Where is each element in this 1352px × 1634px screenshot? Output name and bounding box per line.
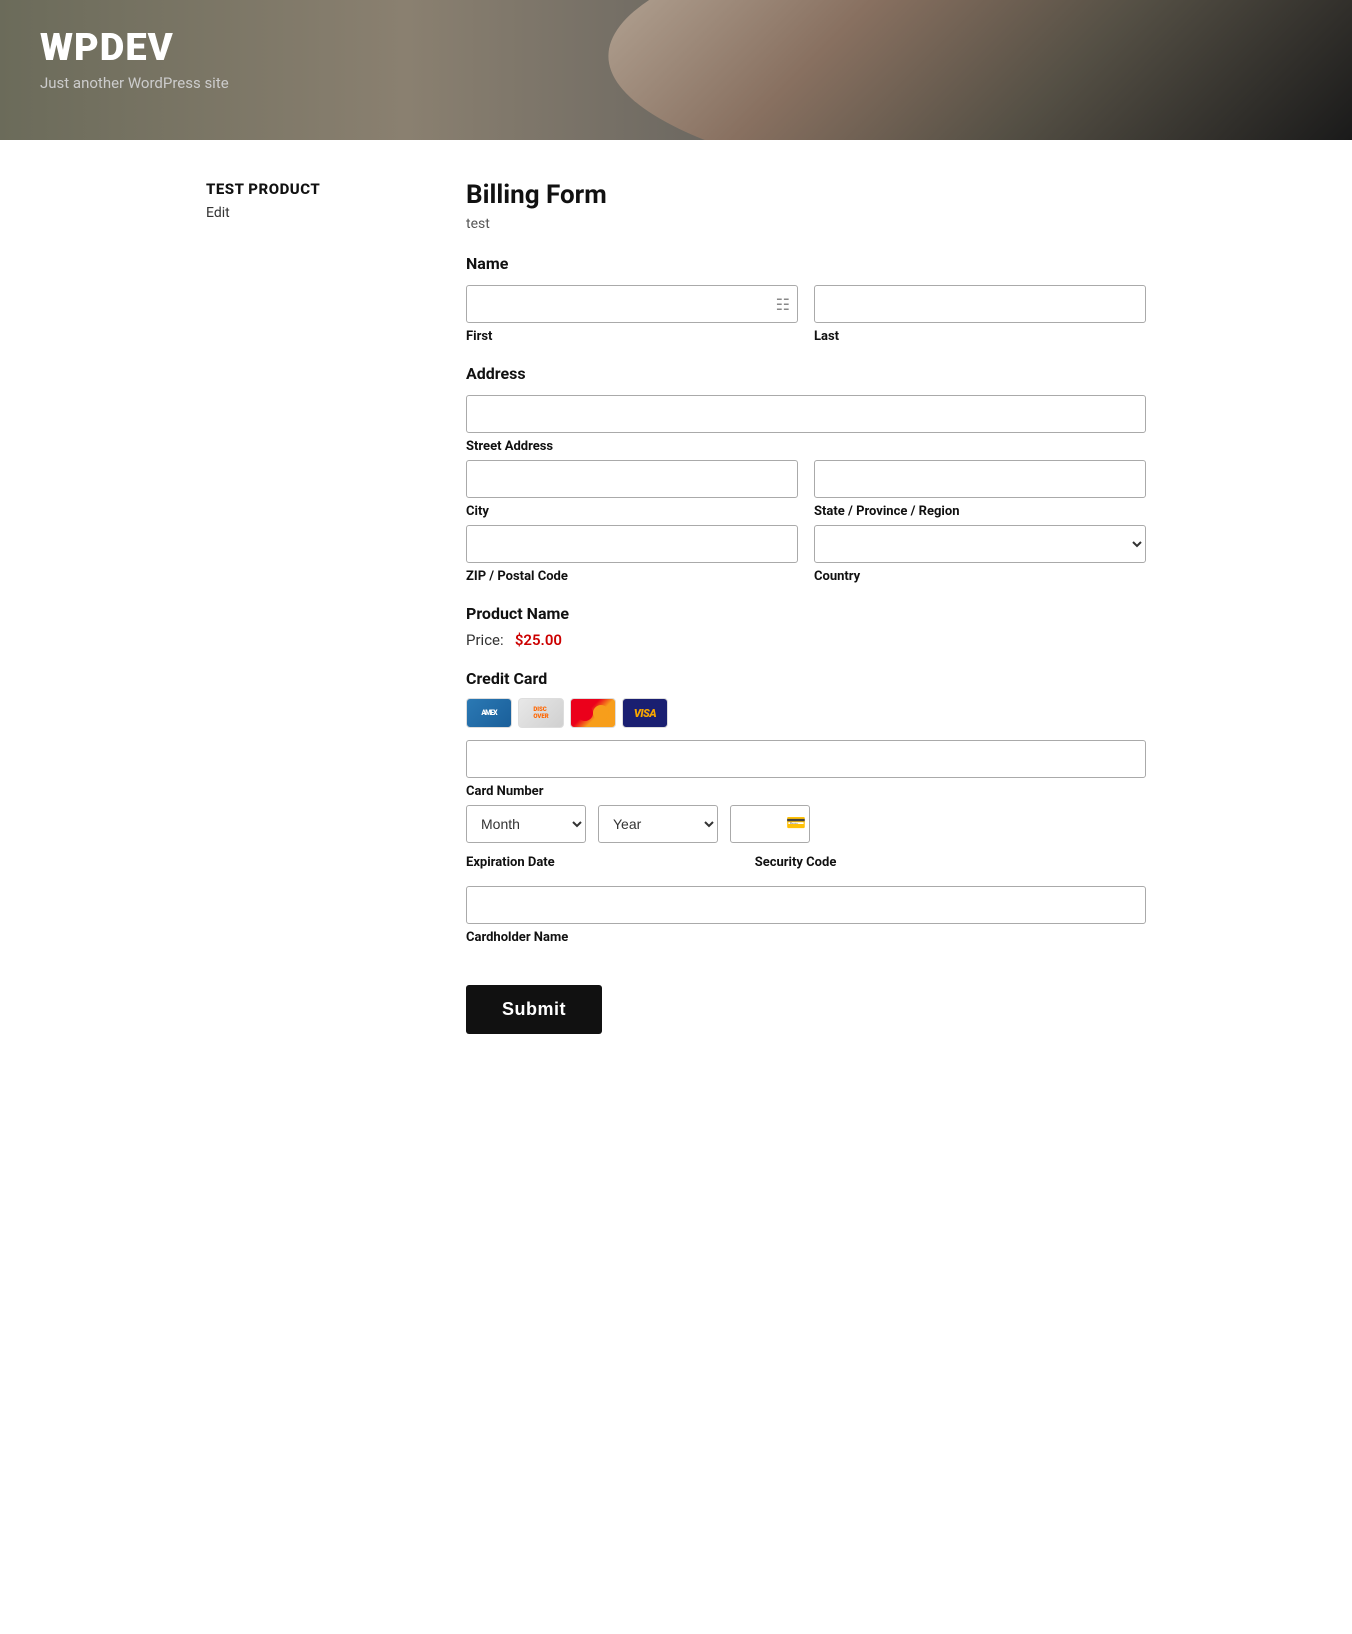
expiry-security-row: Month010203040506070809101112 Year202420…: [466, 805, 1146, 843]
name-section: Name ☷ First Last: [466, 254, 1146, 344]
month-select[interactable]: Month010203040506070809101112: [466, 805, 586, 843]
product-title: TEST PRODUCT: [206, 180, 406, 198]
form-area: Billing Form test Name ☷ First Last: [466, 180, 1146, 1034]
cardholder-label: Cardholder Name: [466, 930, 1146, 945]
first-name-wrapper: ☷: [466, 285, 798, 323]
sidebar: TEST PRODUCT Edit: [206, 180, 406, 221]
discover-icon: DISCOVER: [518, 698, 564, 728]
name-row: ☷ First Last: [466, 285, 1146, 344]
site-header: WPDEV Just another WordPress site: [0, 0, 1352, 140]
last-name-col: Last: [814, 285, 1146, 344]
state-label: State / Province / Region: [814, 504, 1146, 519]
product-name-label: Product Name: [466, 604, 1146, 623]
country-select[interactable]: United States Canada United Kingdom: [814, 525, 1146, 563]
mastercard-icon: [570, 698, 616, 728]
first-name-input[interactable]: [466, 285, 798, 323]
first-label: First: [466, 329, 798, 344]
credit-card-section: Credit Card AMEX DISCOVER VISA: [466, 669, 1146, 945]
street-address-input[interactable]: [466, 395, 1146, 433]
last-label: Last: [814, 329, 1146, 344]
state-col: State / Province / Region: [814, 460, 1146, 519]
security-wrapper: 💳: [730, 805, 810, 843]
edit-link[interactable]: Edit: [206, 205, 230, 221]
country-label: Country: [814, 569, 1146, 584]
city-label: City: [466, 504, 798, 519]
name-section-label: Name: [466, 254, 1146, 273]
visa-icon: VISA: [622, 698, 668, 728]
site-tagline: Just another WordPress site: [40, 74, 229, 92]
cc-icons: AMEX DISCOVER VISA: [466, 698, 1146, 728]
submit-button[interactable]: Submit: [466, 985, 602, 1034]
form-description: test: [466, 216, 1146, 232]
page-content: TEST PRODUCT Edit Billing Form test Name…: [176, 140, 1176, 1074]
billing-form-title: Billing Form: [466, 180, 1146, 210]
price-amount: $25.00: [515, 631, 562, 649]
security-label: Security Code: [755, 855, 837, 870]
last-name-input[interactable]: [814, 285, 1146, 323]
country-col: United States Canada United Kingdom Coun…: [814, 525, 1146, 584]
card-number-col: Card Number: [466, 740, 1146, 799]
zip-country-row: ZIP / Postal Code United States Canada U…: [466, 525, 1146, 584]
street-row: Street Address: [466, 395, 1146, 454]
year-col: Year202420252026202720282029203020312032…: [598, 805, 718, 843]
card-number-label: Card Number: [466, 784, 1146, 799]
product-section: Product Name Price: $25.00: [466, 604, 1146, 649]
amex-icon: AMEX: [466, 698, 512, 728]
price-prefix: Price:: [466, 631, 504, 649]
city-col: City: [466, 460, 798, 519]
security-col: 💳: [730, 805, 810, 843]
state-input[interactable]: [814, 460, 1146, 498]
first-name-col: ☷ First: [466, 285, 798, 344]
cardholder-row: Cardholder Name: [466, 886, 1146, 945]
cardholder-col: Cardholder Name: [466, 886, 1146, 945]
price-line: Price: $25.00: [466, 631, 1146, 649]
expiry-label: Expiration Date: [466, 855, 555, 870]
city-input[interactable]: [466, 460, 798, 498]
zip-label: ZIP / Postal Code: [466, 569, 798, 584]
card-number-row: Card Number: [466, 740, 1146, 799]
street-label: Street Address: [466, 439, 1146, 454]
city-state-row: City State / Province / Region: [466, 460, 1146, 519]
cvv-card-icon: 💳: [786, 813, 806, 832]
address-section-label: Address: [466, 364, 1146, 383]
header-content: WPDEV Just another WordPress site: [40, 28, 229, 92]
header-bg: [608, 0, 1352, 140]
cardholder-name-input[interactable]: [466, 886, 1146, 924]
zip-col: ZIP / Postal Code: [466, 525, 798, 584]
cc-title: Credit Card: [466, 669, 1146, 688]
card-number-input[interactable]: [466, 740, 1146, 778]
month-col: Month010203040506070809101112: [466, 805, 586, 843]
address-section: Address Street Address City State / Prov…: [466, 364, 1146, 584]
year-select[interactable]: Year202420252026202720282029203020312032…: [598, 805, 718, 843]
street-col: Street Address: [466, 395, 1146, 454]
zip-input[interactable]: [466, 525, 798, 563]
site-title: WPDEV: [40, 28, 229, 70]
